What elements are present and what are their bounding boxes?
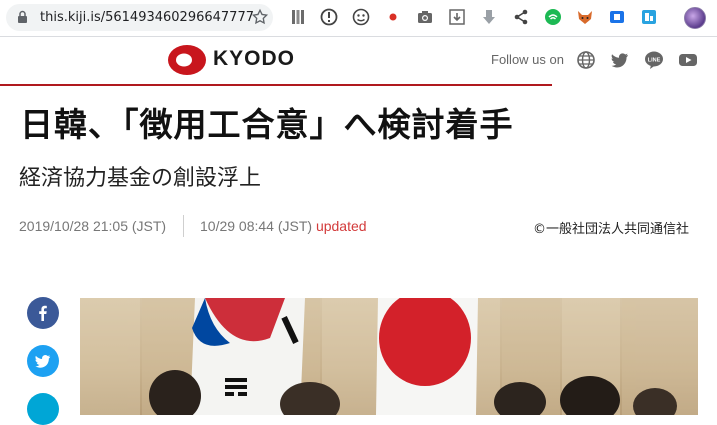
- alert-icon[interactable]: [320, 8, 338, 26]
- badge-icon[interactable]: [640, 8, 658, 26]
- published-time: 2019/10/28 21:05 (JST): [19, 218, 167, 234]
- updated-label: updated: [315, 218, 367, 234]
- date-separator: [183, 215, 184, 237]
- updated-time: 10/29 08:44 (JST): [200, 218, 313, 234]
- camera-icon[interactable]: [416, 8, 434, 26]
- article-photo: [80, 298, 698, 415]
- face-icon[interactable]: [352, 8, 370, 26]
- cast-icon[interactable]: [544, 8, 562, 26]
- youtube-icon[interactable]: [678, 50, 698, 70]
- kyodo-logo-icon[interactable]: [167, 44, 207, 76]
- url-text[interactable]: this.kiji.is/561493460296647777: [40, 9, 254, 26]
- library-icon[interactable]: [289, 8, 307, 26]
- photo-scene: [80, 298, 698, 415]
- arrow-down-icon[interactable]: [480, 8, 498, 26]
- download-icon[interactable]: [448, 8, 466, 26]
- globe-icon[interactable]: [576, 50, 596, 70]
- twitter-icon[interactable]: [610, 50, 630, 70]
- article-headline: 日韓、「徴用工合意」へ検討着手: [20, 105, 514, 144]
- browser-toolbar: this.kiji.is/561493460296647777: [0, 0, 717, 37]
- follow-label: Follow us on: [491, 52, 564, 67]
- copyright-credit: ©一般社団法人共同通信社: [533, 222, 690, 237]
- twitter-bird-icon: [35, 355, 51, 368]
- facebook-share-button[interactable]: [27, 297, 59, 329]
- facebook-icon: [39, 305, 47, 321]
- record-icon[interactable]: [384, 8, 402, 26]
- address-bar[interactable]: this.kiji.is/561493460296647777: [6, 4, 273, 31]
- updated-info: 10/29 08:44 (JST) updated: [200, 218, 367, 234]
- site-brand[interactable]: KYODO: [213, 47, 295, 71]
- share-button-partial[interactable]: [27, 393, 59, 425]
- share-icon[interactable]: [512, 8, 530, 26]
- profile-avatar[interactable]: [684, 7, 706, 29]
- fox-icon[interactable]: [576, 8, 594, 26]
- svg-text:LINE: LINE: [648, 58, 661, 64]
- square-icon[interactable]: [608, 8, 626, 26]
- bookmark-star-icon[interactable]: [251, 8, 269, 26]
- line-icon[interactable]: LINE: [644, 50, 664, 70]
- lock-icon[interactable]: [17, 10, 28, 24]
- article-subhead: 経済協力基金の創設浮上: [19, 166, 262, 191]
- header-divider: [0, 84, 552, 86]
- twitter-share-button[interactable]: [27, 345, 59, 377]
